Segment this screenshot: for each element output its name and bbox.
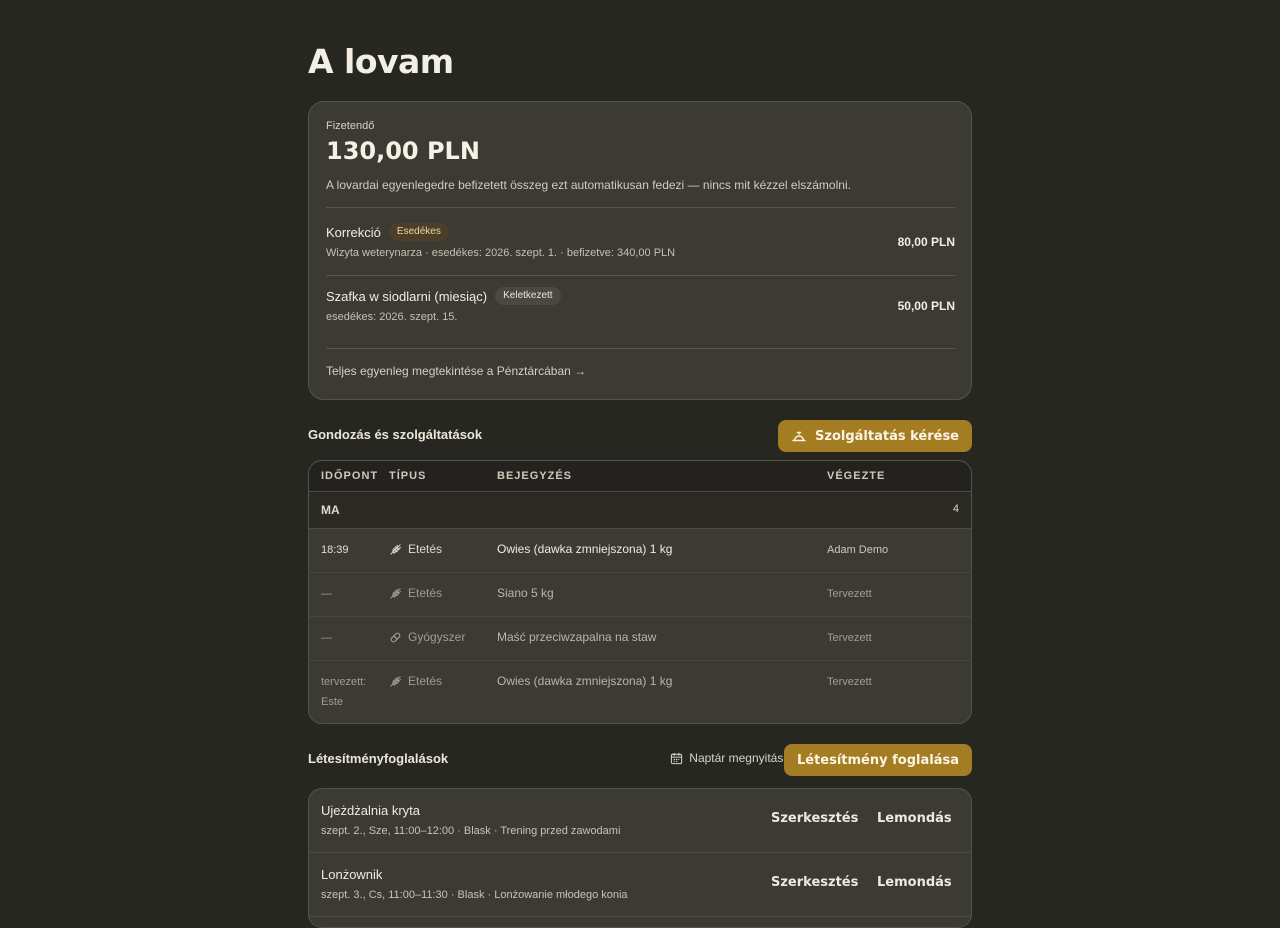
row-entry: Maść przeciwzapalna na staw: [497, 630, 657, 644]
row-performed-by: Tervezett: [827, 676, 872, 688]
row-type: Etetés: [408, 586, 443, 600]
divider: [326, 207, 955, 208]
charge-amount: 80,00 PLN: [897, 235, 955, 249]
row-type: Gyógyszer: [408, 630, 466, 644]
table-row[interactable]: — Etetés Siano 5 kg Tervezett: [309, 573, 971, 617]
edit-booking-button[interactable]: Szerkesztés: [771, 811, 858, 826]
payment-note: A lovardai egyenlegedre befizetett össze…: [326, 178, 851, 192]
wheat-icon: [390, 543, 402, 555]
care-table: IDŐPONT TÍPUS BEJEGYZÉS VÉGEZTE MA 4 18:…: [308, 460, 972, 724]
bookings-section-title: Létesítményfoglalások: [308, 751, 449, 766]
group-row-today: MA 4: [309, 492, 971, 529]
row-time: —: [321, 588, 332, 600]
table-row[interactable]: — Gyógyszer Maść przeciwzapalna na staw …: [309, 617, 971, 661]
table-row[interactable]: tervezett: Este Etetés Owies (dawka zmni…: [309, 661, 971, 723]
cancel-booking-button[interactable]: Lemondás: [877, 875, 952, 890]
wallet-link[interactable]: Teljes egyenleg megtekintése a Pénztárcá…: [326, 364, 586, 378]
row-performed-by: Tervezett: [827, 632, 872, 644]
charge-row: Szafka w siodlarni (miesiąc) Keletkezett…: [326, 287, 955, 337]
booking-details: szept. 2., Sze, 11:00–12:00 · Blask · Tr…: [321, 825, 621, 837]
charge-title: Korrekció: [326, 224, 381, 240]
row-entry: Owies (dawka zmniejszona) 1 kg: [497, 542, 673, 556]
row-time-label: tervezett:: [321, 676, 367, 688]
open-calendar-link[interactable]: Naptár megnyitása: [670, 751, 790, 765]
column-header-time: IDŐPONT: [321, 470, 379, 482]
table-row[interactable]: 18:39 Etetés Owies (dawka zmniejszona) 1…: [309, 529, 971, 573]
row-performed-by: Adam Demo: [827, 544, 889, 556]
service-bell-icon: [792, 431, 806, 442]
request-service-button[interactable]: Szolgáltatás kérése: [778, 420, 972, 452]
wheat-icon: [390, 587, 402, 599]
open-calendar-label: Naptár megnyitása: [689, 751, 790, 765]
group-count: 4: [952, 503, 959, 515]
book-facility-button[interactable]: Létesítmény foglalása: [783, 744, 972, 776]
column-header-type: TÍPUS: [389, 470, 427, 482]
row-type: Etetés: [408, 674, 443, 688]
wheat-icon: [390, 675, 402, 687]
group-label: MA: [321, 503, 340, 517]
payment-label: Fizetendő: [326, 120, 375, 132]
charge-amount: 50,00 PLN: [897, 299, 955, 313]
divider: [326, 275, 955, 276]
charge-title: Szafka w siodlarni (miesiąc): [326, 288, 488, 304]
row-time-value: Este: [321, 696, 344, 708]
column-header-entry: BEJEGYZÉS: [497, 470, 573, 482]
edit-booking-button[interactable]: Szerkesztés: [771, 875, 858, 890]
charge-subtitle: Wizyta weterynarza · esedékes: 2026. sze…: [326, 247, 676, 259]
column-header-by: VÉGEZTE: [827, 470, 886, 482]
row-time: 18:39: [321, 544, 349, 556]
booking-details: szept. 3., Cs, 11:00–11:30 · Blask · Lon…: [321, 889, 628, 901]
row-time: —: [321, 632, 332, 644]
divider: [326, 348, 955, 349]
cancel-booking-button[interactable]: Lemondás: [877, 811, 952, 826]
bookings-list: Ujeżdżalnia kryta szept. 2., Sze, 11:00–…: [308, 788, 972, 928]
charge-row: Korrekció Esedékes Wizyta weterynarza · …: [326, 223, 955, 273]
row-entry: Owies (dawka zmniejszona) 1 kg: [497, 674, 673, 688]
row-time: tervezett: Este: [321, 672, 366, 712]
payment-amount: 130,00 PLN: [326, 137, 480, 165]
booking-title: Lonżownik: [321, 867, 383, 882]
list-item: Lonżownik szept. 3., Cs, 11:00–11:30 · B…: [309, 853, 971, 917]
status-badge: Esedékes: [388, 223, 449, 241]
page-title: A lovam: [308, 42, 454, 81]
row-performed-by: Tervezett: [827, 588, 872, 600]
calendar-icon: [671, 752, 683, 764]
care-section-title: Gondozás és szolgáltatások: [308, 427, 483, 442]
status-badge: Keletkezett: [495, 287, 561, 305]
table-header: IDŐPONT TÍPUS BEJEGYZÉS VÉGEZTE: [309, 461, 971, 492]
payment-card: Fizetendő 130,00 PLN A lovardai egyenleg…: [308, 101, 972, 400]
row-type: Etetés: [408, 542, 443, 556]
request-service-label: Szolgáltatás kérése: [815, 428, 959, 444]
pill-icon: [390, 632, 401, 642]
list-item: Ujeżdżalnia kryta szept. 2., Sze, 11:00–…: [309, 789, 971, 853]
booking-title: Ujeżdżalnia kryta: [321, 803, 420, 818]
row-entry: Siano 5 kg: [497, 586, 554, 600]
charge-subtitle: esedékes: 2026. szept. 15.: [326, 311, 458, 323]
